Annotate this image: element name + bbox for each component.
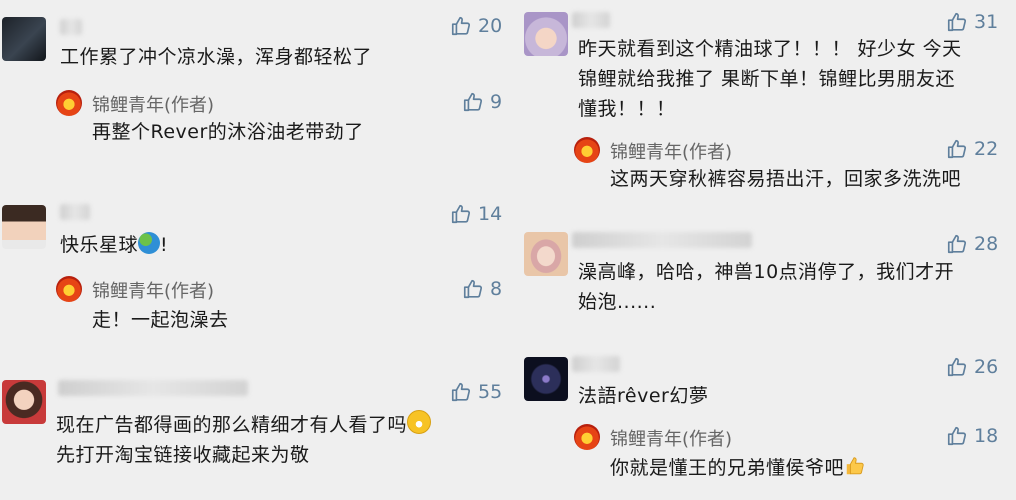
thumbs-up-icon	[463, 279, 483, 299]
globe-emoji	[138, 232, 161, 254]
user-avatar[interactable]	[2, 380, 46, 424]
thumbs-up-icon	[451, 382, 471, 402]
comment-text: 现在广告都得画的那么精细才有人看了吗	[56, 410, 432, 440]
reply-text: 再整个Rever的沐浴油老带劲了	[92, 121, 364, 143]
like-count: 8	[490, 278, 503, 300]
blurred-username	[58, 380, 248, 396]
reply-author[interactable]: 锦鲤青年(作者)	[92, 277, 214, 303]
comment-text-line: 始泡......	[578, 291, 657, 313]
comment-text-line: 懂我！！！	[578, 98, 676, 120]
like-count: 55	[478, 381, 503, 403]
blurred-username	[572, 12, 610, 28]
user-avatar[interactable]	[524, 12, 568, 56]
like-count: 9	[490, 91, 503, 113]
like-button[interactable]: 20	[450, 15, 502, 37]
laughing-tears-emoji	[407, 410, 432, 434]
like-button[interactable]: 18	[946, 425, 998, 447]
blurred-username	[60, 19, 82, 35]
comment-text: 工作累了冲个凉水澡，浑身都轻松了	[60, 46, 373, 68]
author-avatar[interactable]	[574, 424, 600, 450]
thumbs-up-emoji	[846, 457, 864, 475]
reply-text-body: 你就是懂王的兄弟懂侯爷吧	[610, 457, 845, 479]
comment-text: 快乐星球!	[60, 230, 168, 260]
comment-text-line: 现在广告都得画的那么精细才有人看了吗	[56, 414, 408, 436]
comment-text: 法語rêver幻夢	[578, 385, 709, 407]
thumbs-up-icon	[463, 92, 483, 112]
like-button[interactable]: 22	[946, 138, 998, 160]
comment-text-line: 澡高峰，哈哈，神兽10点消停了，我们才开	[578, 261, 955, 283]
blurred-username	[60, 204, 90, 220]
thumbs-up-icon	[947, 234, 967, 254]
like-count: 31	[974, 11, 999, 33]
reply-author[interactable]: 锦鲤青年(作者)	[610, 138, 732, 164]
like-count: 28	[974, 233, 999, 255]
thumbs-up-icon	[451, 204, 471, 224]
like-count: 26	[974, 356, 999, 378]
comment-text-suffix: !	[160, 234, 169, 256]
user-avatar[interactable]	[524, 357, 568, 401]
like-count: 20	[478, 15, 503, 37]
like-button[interactable]: 8	[462, 278, 502, 300]
like-button[interactable]: 14	[450, 203, 502, 225]
like-count: 22	[974, 138, 999, 160]
like-button[interactable]: 28	[946, 233, 998, 255]
author-avatar[interactable]	[574, 137, 600, 163]
comment-column-right: 昨天就看到这个精油球了！！！ 好少女 今天 锦鲤就给我推了 果断下单！锦鲤比男朋…	[512, 0, 1016, 500]
like-button[interactable]: 31	[946, 11, 998, 33]
comment-column-left: 工作累了冲个凉水澡，浑身都轻松了 20 锦鲤青年(作者) 再整个Rever的沐浴…	[0, 0, 512, 500]
reply-author[interactable]: 锦鲤青年(作者)	[610, 425, 732, 451]
blurred-username	[572, 232, 752, 248]
thumbs-up-icon	[947, 139, 967, 159]
thumbs-up-icon	[947, 12, 967, 32]
thumbs-up-icon	[451, 16, 471, 36]
reply-text: 你就是懂王的兄弟懂侯爷吧	[610, 453, 866, 483]
author-avatar[interactable]	[56, 276, 82, 302]
reply-author[interactable]: 锦鲤青年(作者)	[92, 91, 214, 117]
user-avatar[interactable]	[2, 205, 46, 249]
like-button[interactable]: 9	[462, 91, 502, 113]
like-button[interactable]: 55	[450, 381, 502, 403]
like-count: 18	[974, 425, 999, 447]
user-avatar[interactable]	[524, 232, 568, 276]
comment-text-line: 先打开淘宝链接收藏起来为敬	[56, 444, 310, 466]
comment-text-body: 快乐星球	[60, 234, 139, 256]
comment-text-line: 锦鲤就给我推了 果断下单！锦鲤比男朋友还	[578, 68, 956, 90]
like-count: 14	[478, 203, 503, 225]
thumbs-up-icon	[947, 357, 967, 377]
reply-text: 这两天穿秋裤容易捂出汗，回家多洗洗吧	[610, 168, 962, 190]
thumbs-up-icon	[947, 426, 967, 446]
blurred-username	[572, 356, 620, 372]
author-avatar[interactable]	[56, 90, 82, 116]
like-button[interactable]: 26	[946, 356, 998, 378]
user-avatar[interactable]	[2, 17, 46, 61]
comment-text-line: 昨天就看到这个精油球了！！！ 好少女 今天	[578, 38, 962, 60]
reply-text: 走！一起泡澡去	[92, 309, 229, 331]
